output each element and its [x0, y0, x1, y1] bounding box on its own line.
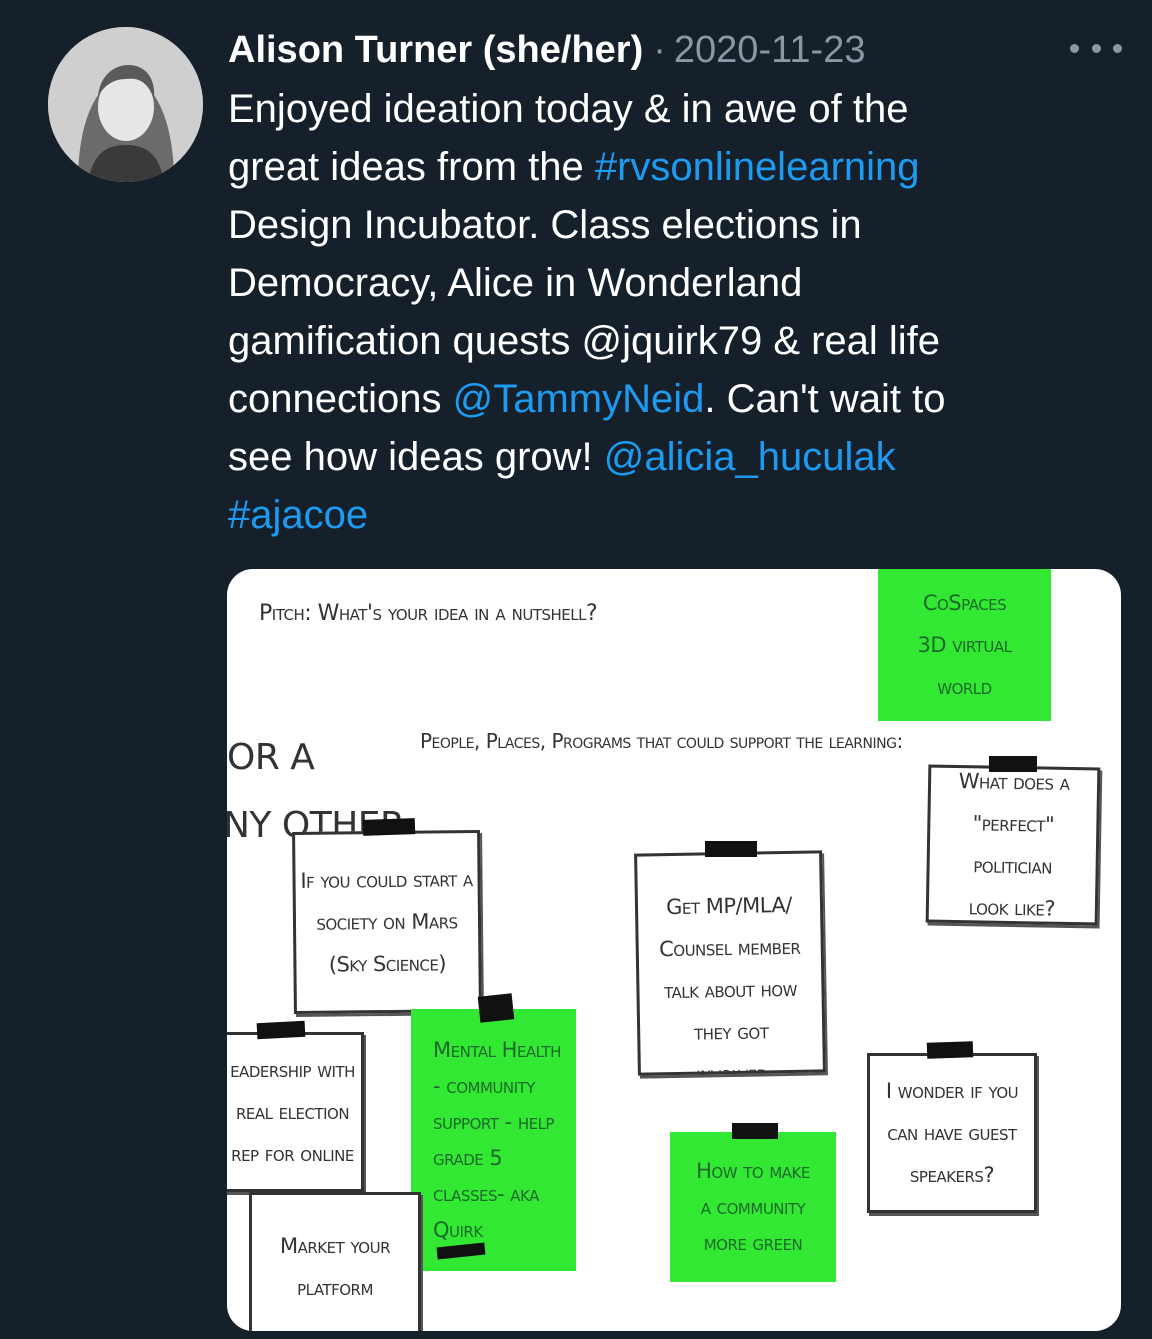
tape — [705, 841, 757, 857]
tweet-text-segment: Design Incubator. Class elections in — [228, 203, 862, 247]
mention-link[interactable]: @alicia_huculak — [604, 435, 896, 479]
tweet-text-segment: great ideas from the — [228, 145, 595, 189]
sticky-note-mental-health: Mental Health - community support - help… — [411, 1009, 576, 1271]
more-options-icon[interactable] — [1070, 30, 1122, 66]
author-name[interactable]: Alison Turner (she/her) — [228, 29, 643, 72]
profile-photo — [48, 27, 203, 182]
header-separator: · — [653, 28, 666, 71]
hashtag-link[interactable]: #rvsonlinelearning — [595, 145, 920, 189]
tweet-text-segment: see how ideas grow! — [228, 435, 604, 479]
more-dot — [1113, 43, 1122, 53]
tweet-text-line: see how ideas grow! @alicia_huculak — [228, 428, 1128, 486]
hashtag-link[interactable]: #ajacoe — [228, 493, 368, 537]
note-text: How to make a community more green — [696, 1159, 810, 1255]
tape — [256, 1020, 306, 1040]
note-text: If you could start a society on Mars (Sk… — [300, 867, 473, 977]
note-text: I wonder if you can have guest speakers? — [885, 1079, 1019, 1187]
tweet-text-segment: . Can't wait to — [704, 377, 946, 421]
sticky-note-market-platform: Market your platform — [249, 1192, 421, 1331]
tweet-text-segment: Enjoyed ideation today & in awe of the — [228, 87, 909, 131]
tape — [926, 1041, 974, 1059]
note-text: What does a "perfect" politician look li… — [958, 769, 1070, 921]
sticky-note-mp: Get MP/MLA/ Counsel member talk about ho… — [634, 850, 826, 1076]
tweet-text-line: Enjoyed ideation today & in awe of the — [228, 80, 1128, 138]
tweet-text-line: Democracy, Alice in Wonderland — [228, 254, 1128, 312]
tweet-media-image[interactable]: Pitch: What's your idea in a nutshell? P… — [227, 569, 1121, 1331]
sticky-note-community-green: How to make a community more green — [670, 1132, 836, 1282]
tweet-date[interactable]: 2020-11-23 — [674, 29, 866, 72]
tweet-text: Enjoyed ideation today & in awe of the gr… — [228, 80, 1128, 544]
tweet-text-segment: Democracy, Alice in Wonderland — [228, 261, 803, 305]
tape — [989, 756, 1037, 772]
tape — [477, 993, 515, 1023]
edge-text-1: OR A — [227, 737, 315, 778]
tweet-text-segment: connections — [228, 377, 453, 421]
sticky-note-guest-speakers: I wonder if you can have guest speakers? — [867, 1053, 1037, 1213]
note-text: eadership with real election rep for onl… — [230, 1058, 355, 1166]
tape — [732, 1123, 778, 1139]
mention-link[interactable]: @TammyNeid — [453, 377, 705, 421]
note-text: Market your platform — [279, 1234, 391, 1300]
tweet-header: Alison Turner (she/her) · 2020-11-23 — [228, 22, 865, 78]
sticky-note-mars: If you could start a society on Mars (Sk… — [292, 830, 482, 1014]
more-dot — [1091, 43, 1101, 53]
pitch-label: Pitch: What's your idea in a nutshell? — [259, 601, 598, 626]
note-text: Mental Health - community support - help… — [433, 1038, 561, 1242]
tweet-text-line: connections @TammyNeid. Can't wait to — [228, 370, 1128, 428]
tweet-text-line: gamification quests @jquirk79 & real lif… — [228, 312, 1128, 370]
more-dot — [1070, 43, 1079, 53]
tweet-text-line: great ideas from the #rvsonlinelearning — [228, 138, 1128, 196]
people-label: People, Places, Programs that could supp… — [420, 729, 903, 753]
tweet-text-segment: gamification quests @jquirk79 & real lif… — [228, 319, 941, 363]
sticky-note-cospaces: CoSpaces 3D virtual world — [878, 569, 1051, 721]
avatar[interactable] — [48, 27, 203, 182]
tweet-text-line: #ajacoe — [228, 486, 1128, 544]
sticky-note-leadership: eadership with real election rep for onl… — [227, 1032, 364, 1192]
note-text: CoSpaces 3D virtual world — [917, 591, 1012, 699]
sticky-note-politician: What does a "perfect" politician look li… — [925, 764, 1101, 926]
tape — [362, 818, 416, 836]
note-text: Get MP/MLA/ Counsel member talk about ho… — [658, 892, 801, 1076]
tweet-text-line: Design Incubator. Class elections in — [228, 196, 1128, 254]
